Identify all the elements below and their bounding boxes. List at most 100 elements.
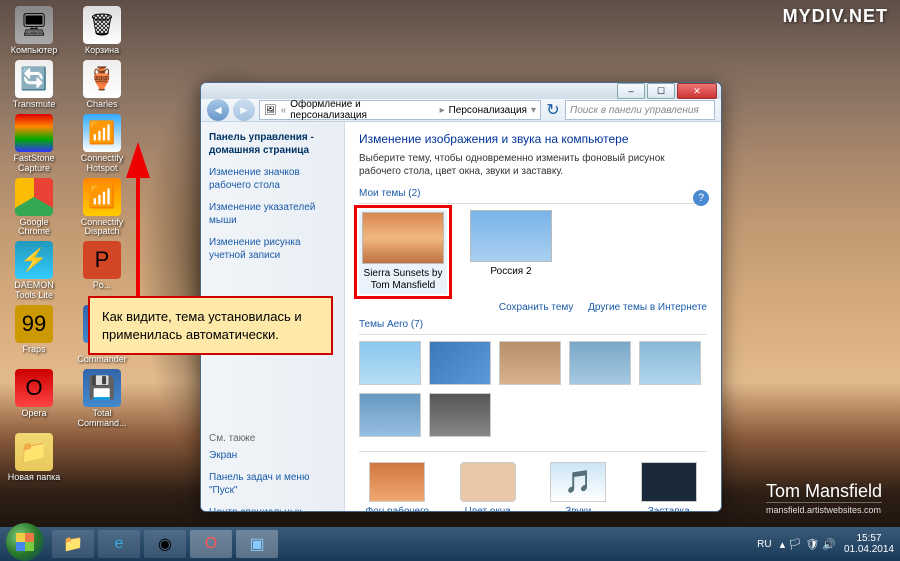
icon-label: Total Command... (74, 409, 130, 429)
task-chrome[interactable]: ◉ (144, 530, 186, 558)
desktop-icon-fraps[interactable]: 99 Fraps (6, 305, 62, 365)
page-subheading: Выберите тему, чтобы одновременно измени… (359, 152, 707, 178)
content-pane: ? Изменение изображения и звука на компь… (345, 122, 721, 512)
annotation-arrow (128, 150, 148, 305)
theme-thumbnail (362, 212, 444, 264)
app-icon: O (15, 369, 53, 407)
desktop-icon-google-chrome[interactable]: Google Chrome (6, 178, 62, 238)
sidebar-link-ease[interactable]: Центр специальных возможностей (209, 507, 336, 512)
app-icon: 📶 (83, 114, 121, 152)
nav-forward-button[interactable]: ► (233, 99, 255, 121)
aero-themes-label: Темы Aero (7) (359, 319, 707, 330)
aero-theme-4[interactable] (569, 341, 631, 385)
icon-label: Новая папка (8, 473, 60, 483)
icon-label: Корзина (85, 46, 119, 56)
system-tray[interactable]: RU ▴ 🏳 🛡 🔊 15:57 01.04.2014 (757, 533, 894, 555)
sidebar-link-account-pic[interactable]: Изменение рисунка учетной записи (209, 237, 336, 262)
desktop-icon-opera[interactable]: O Opera (6, 369, 62, 429)
desktop-icon-connectify-hotspot[interactable]: 📶Connectify Hotspot (74, 114, 130, 174)
sidebar-link-display[interactable]: Экран (209, 450, 336, 463)
aero-theme-6[interactable] (359, 393, 421, 437)
theme-россия-2[interactable]: Россия 2 (467, 210, 555, 294)
see-also-header: См. также (209, 433, 336, 444)
artist-credit: Tom Mansfield mansfield.artistwebsites.c… (766, 481, 882, 515)
aero-theme-5[interactable] (639, 341, 701, 385)
app-icon: 🖥 (15, 6, 53, 44)
theme-sierra-sunsets-by-tom-mansfield[interactable]: Sierra Sunsets by Tom Mansfield (359, 210, 447, 294)
sidebar-link-pointers[interactable]: Изменение указателей мыши (209, 202, 336, 227)
page-heading: Изменение изображения и звука на компьют… (359, 132, 707, 146)
tray-icons[interactable]: ▴ 🏳 🛡 🔊 (780, 538, 836, 551)
sidebar-home[interactable]: Панель управления - домашняя страница (209, 132, 336, 157)
setting-bg[interactable]: Фон рабочего столаПоказ слайдов (359, 462, 436, 512)
taskbar[interactable]: 📁 e ◉ O ▣ RU ▴ 🏳 🛡 🔊 15:57 01.04.2014 (0, 527, 900, 561)
desktop-icon-faststone-capture[interactable]: FastStone Capture (6, 114, 62, 174)
navbar: ◄ ► 🖼 « Оформление и персонализация ▸ Пе… (201, 99, 721, 122)
clock[interactable]: 15:57 01.04.2014 (844, 533, 894, 555)
icon-label: FastStone Capture (6, 154, 62, 174)
icon-label: Connectify Hotspot (74, 154, 130, 174)
theme-name: Sierra Sunsets by Tom Mansfield (361, 268, 445, 292)
search-input[interactable]: Поиск в панели управления (565, 100, 715, 120)
setting-icon: 🎵 (550, 462, 606, 502)
setting-sound[interactable]: 🎵ЗвукиЛандшафт (540, 462, 617, 512)
icon-label: Po... (93, 281, 112, 291)
more-themes-link[interactable]: Другие темы в Интернете (588, 302, 707, 313)
app-icon: 99 (15, 305, 53, 343)
my-themes-row: Sierra Sunsets by Tom Mansfield Россия 2 (359, 210, 707, 294)
minimize-button[interactable]: – (617, 83, 645, 99)
aero-theme-1[interactable] (359, 341, 421, 385)
desktop-icon-transmute[interactable]: 🔄 Transmute (6, 60, 62, 110)
aero-theme-3[interactable] (499, 341, 561, 385)
refresh-button[interactable]: ↻ (545, 100, 561, 120)
icon-label: Fraps (22, 345, 45, 355)
desktop-icon-новая-папка[interactable]: 📁 Новая папка (6, 433, 62, 483)
save-theme-link[interactable]: Сохранить тему (499, 302, 574, 313)
icon-label: Charles (86, 100, 117, 110)
icon-label: DAEMON Tools Lite (6, 281, 62, 301)
setting-icon (460, 462, 516, 502)
setting-title: Цвет окна (450, 506, 527, 512)
theme-thumbnail (470, 210, 552, 262)
desktop-icon-po-[interactable]: PPo... (74, 241, 130, 301)
setting-title: Звуки (540, 506, 617, 512)
lang-indicator[interactable]: RU (757, 539, 771, 550)
app-icon: 📶 (83, 178, 121, 216)
bottom-settings-row: Фон рабочего столаПоказ слайдов Цвет окна… (359, 451, 707, 512)
address-bar[interactable]: 🖼 « Оформление и персонализация ▸ Персон… (259, 100, 541, 120)
desktop-icon-charles[interactable]: 🏺 Charles (74, 60, 130, 110)
icon-label: Opera (21, 409, 46, 419)
app-icon: 🗑 (83, 6, 121, 44)
icon-label: Компьютер (11, 46, 58, 56)
setting-title: Заставка (631, 506, 708, 512)
setting-color[interactable]: Цвет окнаДругой (450, 462, 527, 512)
sidebar-link-taskbar[interactable]: Панель задач и меню "Пуск" (209, 472, 336, 497)
desktop-icon-daemon-tools-lite[interactable]: ⚡DAEMON Tools Lite (6, 241, 62, 301)
nav-back-button[interactable]: ◄ (207, 99, 229, 121)
pinned-apps: 📁 e ◉ O ▣ (52, 530, 278, 558)
task-explorer[interactable]: 📁 (52, 530, 94, 558)
setting-saver[interactable]: ЗаставкаПустой экран (631, 462, 708, 512)
desktop-icon-компьютер[interactable]: 🖥 Компьютер (6, 6, 62, 56)
app-icon: 📁 (15, 433, 53, 471)
sidebar-link-desktop-icons[interactable]: Изменение значков рабочего стола (209, 167, 336, 192)
app-icon (15, 114, 53, 152)
desktop-icon-total-command-[interactable]: 💾Total Command... (74, 369, 130, 429)
desktop-icon-connectify-dispatch[interactable]: 📶Connectify Dispatch (74, 178, 130, 238)
app-icon: 🏺 (83, 60, 121, 98)
task-ie[interactable]: e (98, 530, 140, 558)
aero-themes-row (359, 341, 707, 437)
app-icon: ⚡ (15, 241, 53, 279)
aero-theme-7[interactable] (429, 393, 491, 437)
maximize-button[interactable]: ☐ (647, 83, 675, 99)
help-icon[interactable]: ? (693, 190, 709, 206)
task-opera[interactable]: O (190, 530, 232, 558)
app-icon: 🔄 (15, 60, 53, 98)
close-button[interactable]: ✕ (677, 83, 717, 99)
desktop-icon-корзина[interactable]: 🗑 Корзина (74, 6, 130, 56)
task-app[interactable]: ▣ (236, 530, 278, 558)
start-button[interactable] (6, 523, 44, 561)
aero-theme-2[interactable] (429, 341, 491, 385)
titlebar[interactable]: – ☐ ✕ (201, 83, 721, 99)
icon-label: Transmute (13, 100, 56, 110)
